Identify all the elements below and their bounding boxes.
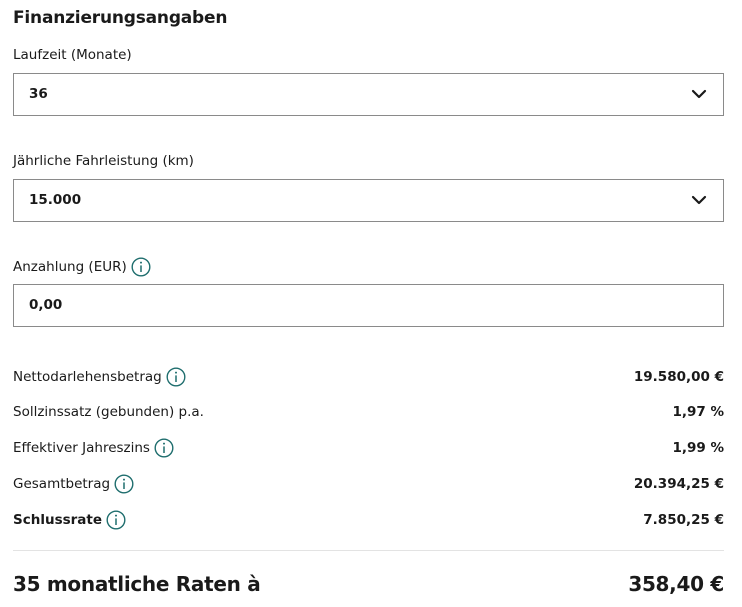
fahrleistung-value: 15.000 xyxy=(29,192,82,208)
summary-row-value: 19.580,00 € xyxy=(633,369,724,385)
monthly-rate-total: 35 monatliche Raten à 358,40 € xyxy=(13,572,724,596)
laufzeit-select[interactable]: 36 xyxy=(13,73,724,116)
summary-row-label: Effektiver Jahreszins xyxy=(13,438,174,458)
summary-row-effektiver-jahreszins: Effektiver Jahreszins 1,99 % xyxy=(13,436,724,460)
info-icon[interactable] xyxy=(114,474,134,494)
divider xyxy=(13,550,724,551)
info-icon[interactable] xyxy=(106,510,126,530)
anzahlung-field[interactable] xyxy=(13,284,724,327)
laufzeit-value: 36 xyxy=(29,86,48,102)
summary-row-value: 7.850,25 € xyxy=(643,512,724,528)
monthly-rate-label: 35 monatliche Raten à xyxy=(13,572,261,596)
summary-row-value: 1,97 % xyxy=(672,404,724,420)
summary-row-nettodarlehensbetrag: Nettodarlehensbetrag 19.580,00 € xyxy=(13,365,724,389)
fahrleistung-label: Jährliche Fahrleistung (km) xyxy=(13,151,194,171)
anzahlung-label: Anzahlung (EUR) xyxy=(13,256,151,278)
laufzeit-label: Laufzeit (Monate) xyxy=(13,45,132,65)
summary-row-label-text: Effektiver Jahreszins xyxy=(13,440,150,456)
summary-row-label-text: Gesamtbetrag xyxy=(13,476,111,492)
laufzeit-label-text: Laufzeit (Monate) xyxy=(13,47,132,63)
chevron-down-icon xyxy=(691,195,707,205)
summary-row-gesamtbetrag: Gesamtbetrag 20.394,25 € xyxy=(13,472,724,496)
summary-row-label-text: Schlussrate xyxy=(13,512,103,528)
chevron-down-icon xyxy=(691,89,707,99)
summary-row-label-text: Nettodarlehensbetrag xyxy=(13,369,162,385)
summary-row-value: 20.394,25 € xyxy=(633,476,724,492)
anzahlung-label-text: Anzahlung (EUR) xyxy=(13,259,127,275)
anzahlung-input[interactable] xyxy=(29,285,689,326)
summary-row-sollzinssatz: Sollzinssatz (gebunden) p.a. 1,97 % xyxy=(13,400,724,424)
fahrleistung-select[interactable]: 15.000 xyxy=(13,179,724,222)
summary-row-label: Sollzinssatz (gebunden) p.a. xyxy=(13,404,204,420)
monthly-rate-value: 358,40 € xyxy=(628,572,724,596)
summary-row-label-text: Sollzinssatz (gebunden) p.a. xyxy=(13,404,204,420)
summary-row-label: Nettodarlehensbetrag xyxy=(13,367,186,387)
info-icon[interactable] xyxy=(166,367,186,387)
summary-row-schlussrate: Schlussrate 7.850,25 € xyxy=(13,508,724,532)
summary-row-label: Schlussrate xyxy=(13,510,126,530)
summary-row-value: 1,99 % xyxy=(672,440,724,456)
info-icon[interactable] xyxy=(154,438,174,458)
section-title: Finanzierungsangaben xyxy=(13,8,228,28)
summary-row-label: Gesamtbetrag xyxy=(13,474,134,494)
info-icon[interactable] xyxy=(131,257,151,277)
fahrleistung-label-text: Jährliche Fahrleistung (km) xyxy=(13,153,194,169)
